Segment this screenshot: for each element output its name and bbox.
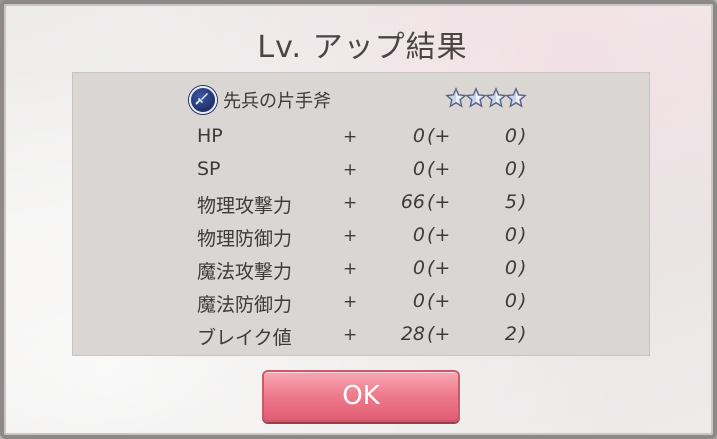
stat-bonus: 5 <box>504 191 517 213</box>
stat-bonus-close: ) <box>519 191 527 213</box>
stat-bonus-open: (+ <box>427 323 451 345</box>
star-icon <box>445 87 467 108</box>
stat-plus: + <box>343 160 358 180</box>
stat-bonus-open: (+ <box>427 125 451 147</box>
stat-plus: + <box>343 259 358 279</box>
stat-bonus: 0 <box>504 158 517 180</box>
stat-row-magic-defense: 魔法防御力 + 0 (+ 0 ) <box>73 286 649 319</box>
stat-bonus-close: ) <box>519 158 527 180</box>
stat-bonus-close: ) <box>519 224 527 246</box>
star-icon <box>505 87 527 108</box>
stat-bonus-close: ) <box>519 323 527 345</box>
result-panel: 先兵の片手斧 HP + 0 (+ 0 ) SP + 0 (+ 0) 物理攻撃力… <box>72 72 650 356</box>
stat-value: 66 <box>400 191 425 213</box>
rarity-stars <box>445 87 527 109</box>
weapon-name: 先兵の片手斧 <box>223 91 331 112</box>
stat-row-physical-defense: 物理防御力 + 0 (+ 0 ) <box>73 220 649 253</box>
stat-row-break-value: ブレイク値 + 28 (+ 2 ) <box>73 319 649 352</box>
stat-bonus-open: (+ <box>427 224 451 246</box>
stat-row-hp: HP + 0 (+ 0 ) <box>73 121 649 154</box>
stat-label: ブレイク値 <box>197 327 292 349</box>
stat-row-magic-attack: 魔法攻撃力 + 0 (+ 0 ) <box>73 253 649 286</box>
stat-label: SP <box>197 158 221 180</box>
stat-bonus: 0 <box>504 125 517 147</box>
stat-label: HP <box>197 125 223 147</box>
stat-value: 0 <box>412 224 425 246</box>
stat-bonus-close: ) <box>519 257 527 279</box>
stat-bonus: 0 <box>504 290 517 312</box>
stats-table: HP + 0 (+ 0 ) SP + 0 (+ 0 ) 物理攻撃力 + 66 (… <box>73 121 649 352</box>
stat-row-sp: SP + 0 (+ 0 ) <box>73 154 649 187</box>
stat-bonus-open: (+ <box>427 257 451 279</box>
stat-value: 0 <box>412 125 425 147</box>
stat-label: 魔法攻撃力 <box>197 261 293 283</box>
stat-bonus-close: ) <box>519 290 527 312</box>
stat-value: 0 <box>412 158 425 180</box>
stat-plus: + <box>343 325 358 345</box>
weapon-row: 先兵の片手斧 <box>189 85 331 115</box>
stat-value: 28 <box>400 323 425 345</box>
stat-bonus-open: (+ <box>427 158 451 180</box>
stat-label: 魔法防御力 <box>197 294 293 316</box>
sword-icon <box>189 86 217 114</box>
stat-plus: + <box>343 193 358 213</box>
stat-plus: + <box>343 127 358 147</box>
dialog-title: Lv. アップ結果 <box>257 30 468 65</box>
stat-bonus-open: (+ <box>427 290 451 312</box>
stat-bonus: 0 <box>504 257 517 279</box>
stat-bonus: 2 <box>504 323 517 345</box>
stat-value: 0 <box>412 290 425 312</box>
stat-row-physical-attack: 物理攻撃力 + 66 (+ 5 ) <box>73 187 649 220</box>
stat-label: 物理防御力 <box>197 228 293 250</box>
stat-bonus-open: (+ <box>427 191 451 213</box>
star-icon <box>465 87 487 108</box>
stat-bonus-close: ) <box>519 125 527 147</box>
star-icon <box>485 87 507 108</box>
stat-value: 0 <box>412 257 425 279</box>
level-up-result-dialog: Lv. アップ結果 先兵の片手斧 HP + 0 (+ 0) SP + 0 (+… <box>0 0 717 439</box>
stat-bonus: 0 <box>504 224 517 246</box>
ok-button[interactable]: OK <box>262 370 460 422</box>
stat-plus: + <box>343 226 358 246</box>
stat-plus: + <box>343 292 358 312</box>
stat-label: 物理攻撃力 <box>197 195 293 217</box>
